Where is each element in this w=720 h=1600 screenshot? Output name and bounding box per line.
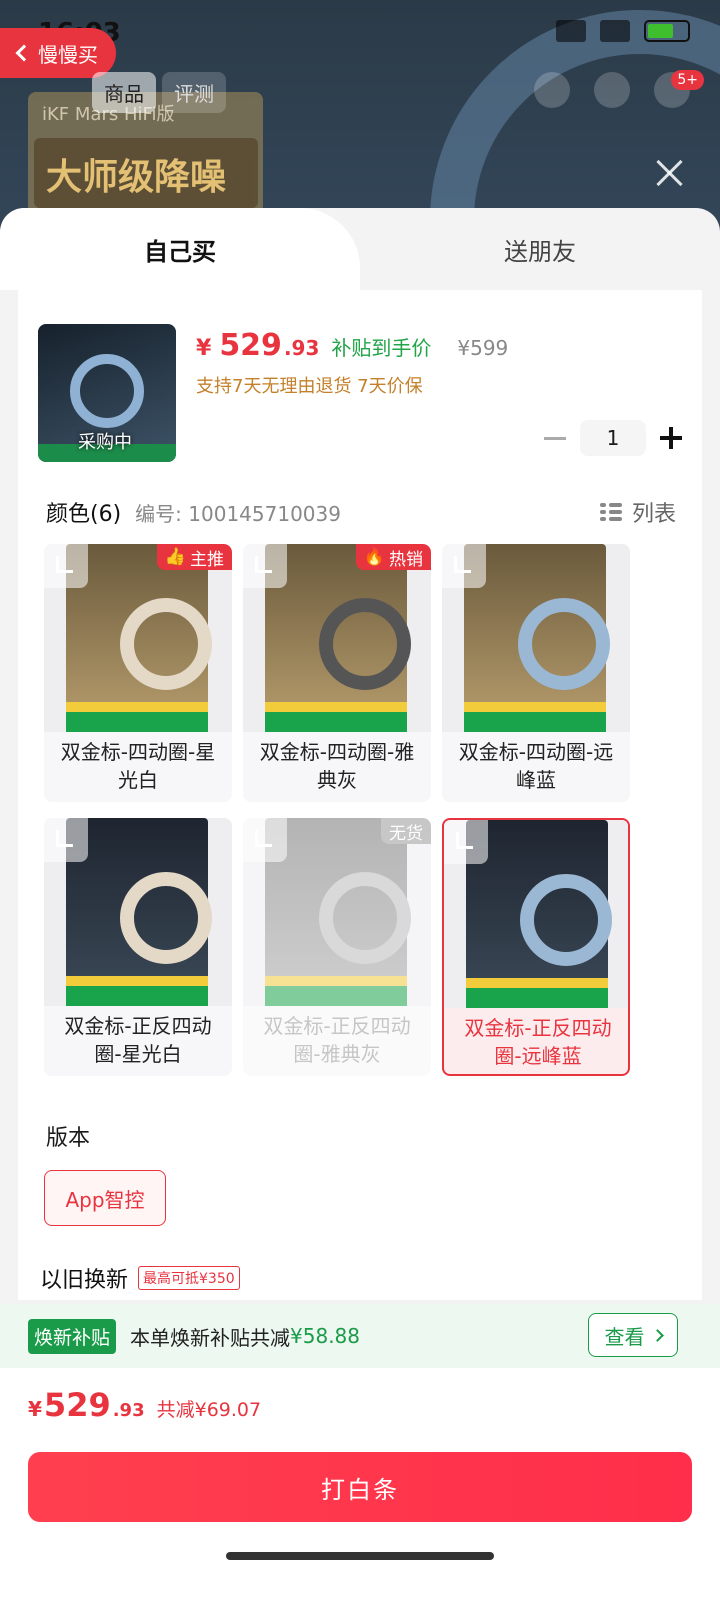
chevron-left-icon bbox=[15, 44, 33, 62]
price-note: 补贴到手价 bbox=[331, 336, 432, 360]
subsidy-amount: ¥58.88 bbox=[290, 1324, 360, 1348]
headphone-icon bbox=[70, 354, 144, 428]
fire-icon: 🔥 bbox=[363, 547, 385, 567]
wifi-icon bbox=[600, 20, 630, 42]
color-title: 颜色(6) bbox=[46, 502, 122, 527]
price-integer: 529 bbox=[219, 328, 282, 363]
tag-out-of-stock: 无货 bbox=[381, 818, 431, 844]
color-option-5[interactable]: 双金标-正反四动圈-远峰蓝 bbox=[442, 818, 630, 1076]
message-badge: 5+ bbox=[671, 70, 704, 90]
color-option-label: 双金标-四动圈-星光白 bbox=[60, 740, 216, 792]
expand-icon[interactable] bbox=[444, 820, 488, 864]
page-tabs: 商品 评测 bbox=[92, 72, 226, 113]
tab-buy-self[interactable]: 自己买 bbox=[0, 208, 360, 290]
purchase-sheet: 自己买 送朋友 采购中 ¥ 529 .93 补贴到手价 ¥599 支持7天无理由… bbox=[0, 208, 720, 1600]
price-decimal: .93 bbox=[283, 336, 320, 360]
list-icon bbox=[599, 501, 622, 523]
signal-icon bbox=[556, 20, 586, 42]
minus-icon[interactable] bbox=[544, 436, 566, 440]
headphone-icon bbox=[120, 598, 212, 690]
thumb-label: 采购中 bbox=[78, 432, 132, 453]
color-option-label: 双金标-正反四动圈-远峰蓝 bbox=[464, 1016, 612, 1068]
trade-in-badge: 最高可抵¥350 bbox=[138, 1266, 240, 1290]
expand-icon[interactable] bbox=[243, 818, 287, 862]
price-currency: ¥ bbox=[196, 336, 212, 361]
color-option-0[interactable]: 👍 主推 双金标-四动圈-星光白 bbox=[44, 544, 232, 802]
expand-icon[interactable] bbox=[442, 544, 486, 588]
headphone-icon bbox=[319, 872, 411, 964]
tag-recommended: 👍 主推 bbox=[156, 544, 232, 570]
service-promise: 支持7天无理由退货 7天价保 bbox=[196, 376, 423, 397]
quantity-stepper: 1 bbox=[544, 420, 682, 456]
plus-icon[interactable] bbox=[660, 427, 682, 449]
product-thumbnail[interactable]: 采购中 bbox=[38, 324, 176, 462]
expand-icon[interactable] bbox=[44, 544, 88, 588]
thumbs-up-icon: 👍 bbox=[164, 547, 186, 567]
price-row: ¥ 529 .93 补贴到手价 ¥599 bbox=[196, 328, 508, 363]
headphone-icon bbox=[319, 598, 411, 690]
subsidy-text: 本单焕新补贴共减 bbox=[130, 1325, 291, 1350]
close-icon[interactable] bbox=[654, 158, 684, 188]
color-option-label: 双金标-四动圈-雅典灰 bbox=[259, 740, 415, 792]
list-view-toggle[interactable]: 列表 bbox=[599, 496, 676, 528]
color-option-label: 双金标-四动圈-远峰蓝 bbox=[458, 740, 614, 792]
color-option-label: 双金标-正反四动圈-雅典灰 bbox=[263, 1014, 411, 1066]
trade-in-row[interactable]: 以旧换新 最高可抵¥350 bbox=[40, 1262, 240, 1294]
headphone-image bbox=[430, 10, 720, 240]
original-price: ¥599 bbox=[457, 336, 509, 360]
tab-review[interactable]: 评测 bbox=[162, 72, 226, 113]
version-title: 版本 bbox=[46, 1126, 91, 1151]
color-option-2[interactable]: 双金标-四动圈-远峰蓝 bbox=[442, 544, 630, 802]
color-section-header: 颜色(6) 编号: 100145710039 bbox=[46, 496, 341, 528]
chevron-right-icon bbox=[650, 1328, 664, 1342]
total-price: ¥ 529 .93 共减¥69.07 bbox=[28, 1386, 262, 1424]
back-label: 慢慢买 bbox=[38, 42, 98, 67]
list-label: 列表 bbox=[631, 502, 676, 527]
tab-gift-friend[interactable]: 送朋友 bbox=[360, 208, 720, 290]
sheet-tabs: 自己买 送朋友 bbox=[0, 208, 720, 290]
product-code: 编号: 100145710039 bbox=[135, 502, 341, 526]
headphone-icon bbox=[518, 598, 610, 690]
version-option-app-control[interactable]: App智控 bbox=[44, 1170, 166, 1226]
back-button[interactable]: 慢慢买 bbox=[0, 28, 116, 78]
color-option-1[interactable]: 🔥 热销 双金标-四动圈-雅典灰 bbox=[243, 544, 431, 802]
battery-icon bbox=[644, 20, 690, 42]
subsidy-tag: 焕新补贴 bbox=[28, 1318, 117, 1354]
checkout-footer: ¥ 529 .93 共减¥69.07 打白条 bbox=[0, 1368, 720, 1600]
sku-panel: 采购中 ¥ 529 .93 补贴到手价 ¥599 支持7天无理由退货 7天价保 … bbox=[18, 290, 702, 1300]
promo-card-badge: 大师级降噪 bbox=[34, 138, 258, 208]
expand-icon[interactable] bbox=[44, 818, 88, 862]
trade-in-title: 以旧换新 bbox=[40, 1268, 129, 1293]
pay-with-baitiao-button[interactable]: 打白条 bbox=[28, 1452, 692, 1522]
subsidy-bar: 焕新补贴 本单焕新补贴共减 ¥58.88 查看 bbox=[0, 1304, 720, 1368]
color-option-label: 双金标-正反四动圈-星光白 bbox=[64, 1014, 212, 1066]
tab-product[interactable]: 商品 bbox=[92, 72, 156, 113]
home-indicator[interactable] bbox=[226, 1552, 494, 1560]
tag-hot: 🔥 热销 bbox=[355, 544, 431, 570]
total-saved: 共减¥69.07 bbox=[156, 1399, 262, 1421]
top-actions bbox=[534, 72, 690, 108]
star-icon[interactable] bbox=[534, 72, 570, 108]
color-option-3[interactable]: 双金标-正反四动圈-星光白 bbox=[44, 818, 232, 1076]
subsidy-view-button[interactable]: 查看 bbox=[588, 1313, 678, 1357]
color-option-4[interactable]: 无货 双金标-正反四动圈-雅典灰 bbox=[243, 818, 431, 1076]
headphone-icon bbox=[120, 872, 212, 964]
share-icon[interactable] bbox=[594, 72, 630, 108]
expand-icon[interactable] bbox=[243, 544, 287, 588]
status-icons bbox=[556, 20, 690, 42]
quantity-value[interactable]: 1 bbox=[580, 420, 646, 456]
headphone-icon bbox=[520, 874, 612, 966]
